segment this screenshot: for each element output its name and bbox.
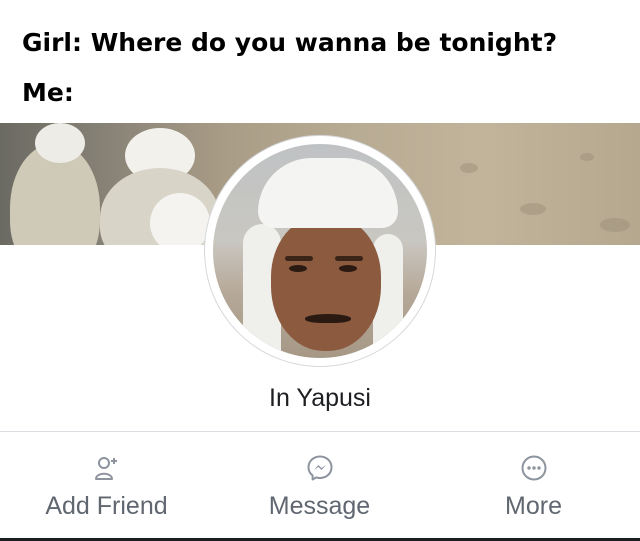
- add-friend-icon: [93, 454, 121, 482]
- message-label: Message: [268, 492, 371, 520]
- message-button[interactable]: Message: [213, 432, 426, 540]
- profile-actions: Add Friend Message More: [0, 432, 640, 540]
- profile-name: In Yapusi: [269, 384, 371, 412]
- avatar: [213, 144, 427, 358]
- more-label: More: [505, 492, 562, 520]
- add-friend-label: Add Friend: [45, 492, 168, 520]
- profile-picture[interactable]: [205, 136, 435, 366]
- messenger-icon: [306, 454, 334, 482]
- caption-line-1: Girl: Where do you wanna be tonight?: [22, 28, 558, 57]
- add-friend-button[interactable]: Add Friend: [0, 432, 213, 540]
- caption-line-2: Me:: [22, 78, 74, 107]
- more-button[interactable]: More: [427, 432, 640, 540]
- more-icon: [520, 454, 548, 482]
